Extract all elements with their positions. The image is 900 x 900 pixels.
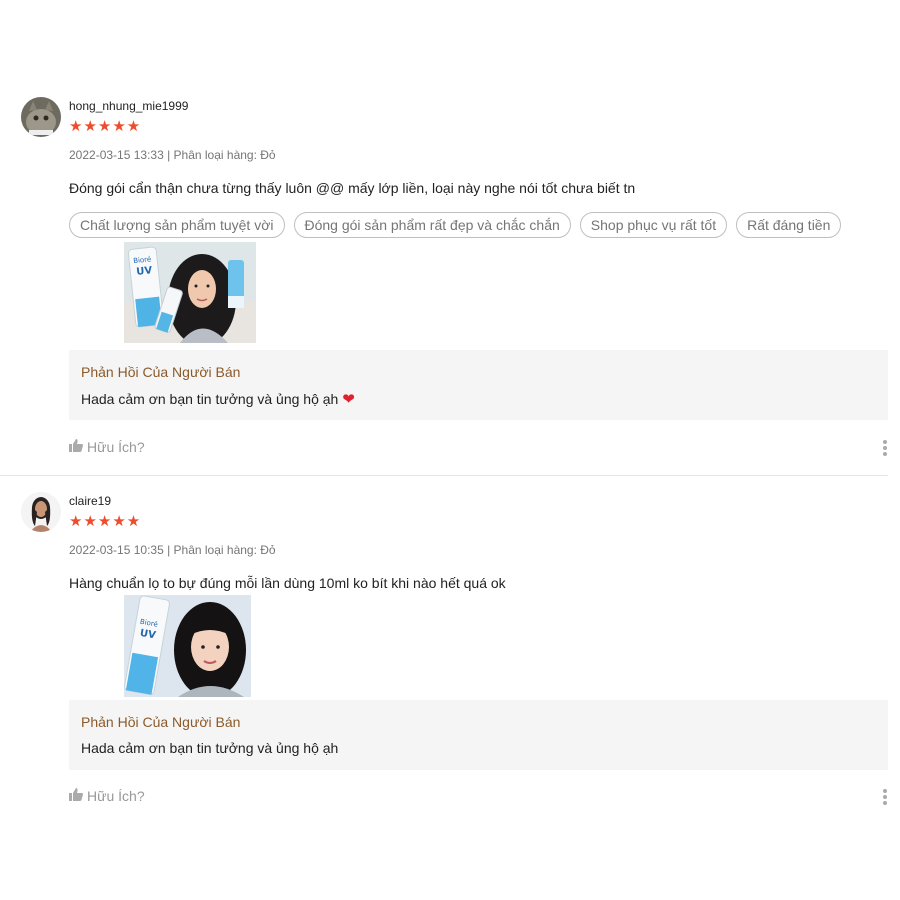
review-photo[interactable]: Bioré UV <box>124 242 256 343</box>
seller-reply-title: Phản Hồi Của Người Bán <box>81 714 241 730</box>
seller-reply-message: Hada cảm ơn bạn tin tưởng và ủng hộ ạh <box>81 391 339 407</box>
review-list: hong_nhung_mie1999 ★★★★★ 2022-03-15 13:3… <box>0 0 900 900</box>
review-tag[interactable]: Shop phục vụ rất tốt <box>579 212 728 238</box>
thumbs-up-icon <box>69 788 83 804</box>
seller-reply-message: Hada cảm ơn bạn tin tưởng và ủng hộ ạh <box>81 740 339 756</box>
review-meta: 2022-03-15 13:33 | Phân loại hàng: Đỏ <box>69 148 276 162</box>
heart-icon: ❤ <box>342 391 355 408</box>
seller-reply: Phản Hồi Của Người Bán Hada cảm ơn bạn t… <box>69 350 888 420</box>
review-tag[interactable]: Chất lượng sản phẩm tuyệt vời <box>69 212 285 238</box>
thumbs-up-icon <box>69 439 83 455</box>
seller-reply-text: Hada cảm ơn bạn tin tưởng và ủng hộ ạh ❤ <box>81 390 355 408</box>
more-vertical-icon[interactable] <box>882 789 888 807</box>
review-tags: Chất lượng sản phẩm tuyệt vời Đóng gói s… <box>69 212 842 238</box>
more-vertical-icon[interactable] <box>882 440 888 458</box>
review-divider <box>0 475 888 476</box>
review-meta: 2022-03-15 10:35 | Phân loại hàng: Đỏ <box>69 543 276 557</box>
review-comment: Hàng chuẩn lọ to bự đúng mỗi lần dùng 10… <box>69 575 506 591</box>
helpful-button[interactable]: Hữu Ích? <box>69 788 145 804</box>
user-avatar[interactable] <box>21 492 61 532</box>
seller-reply-title: Phản Hồi Của Người Bán <box>81 364 241 380</box>
review-tag[interactable]: Đóng gói sản phẩm rất đẹp và chắc chắn <box>293 212 571 238</box>
svg-text:UV: UV <box>136 265 153 278</box>
helpful-button[interactable]: Hữu Ích? <box>69 439 145 455</box>
review-photo[interactable]: Bioré UV <box>124 595 251 697</box>
helpful-label: Hữu Ích? <box>87 788 145 804</box>
username[interactable]: claire19 <box>69 494 111 508</box>
username[interactable]: hong_nhung_mie1999 <box>69 99 188 113</box>
seller-reply: Phản Hồi Của Người Bán Hada cảm ơn bạn t… <box>69 700 888 770</box>
star-rating: ★★★★★ <box>69 118 142 135</box>
helpful-label: Hữu Ích? <box>87 439 145 455</box>
star-rating: ★★★★★ <box>69 513 142 530</box>
user-avatar[interactable] <box>21 97 61 137</box>
review-comment: Đóng gói cẩn thận chưa từng thấy luôn @@… <box>69 180 636 196</box>
review-tag[interactable]: Rất đáng tiền <box>736 212 842 238</box>
